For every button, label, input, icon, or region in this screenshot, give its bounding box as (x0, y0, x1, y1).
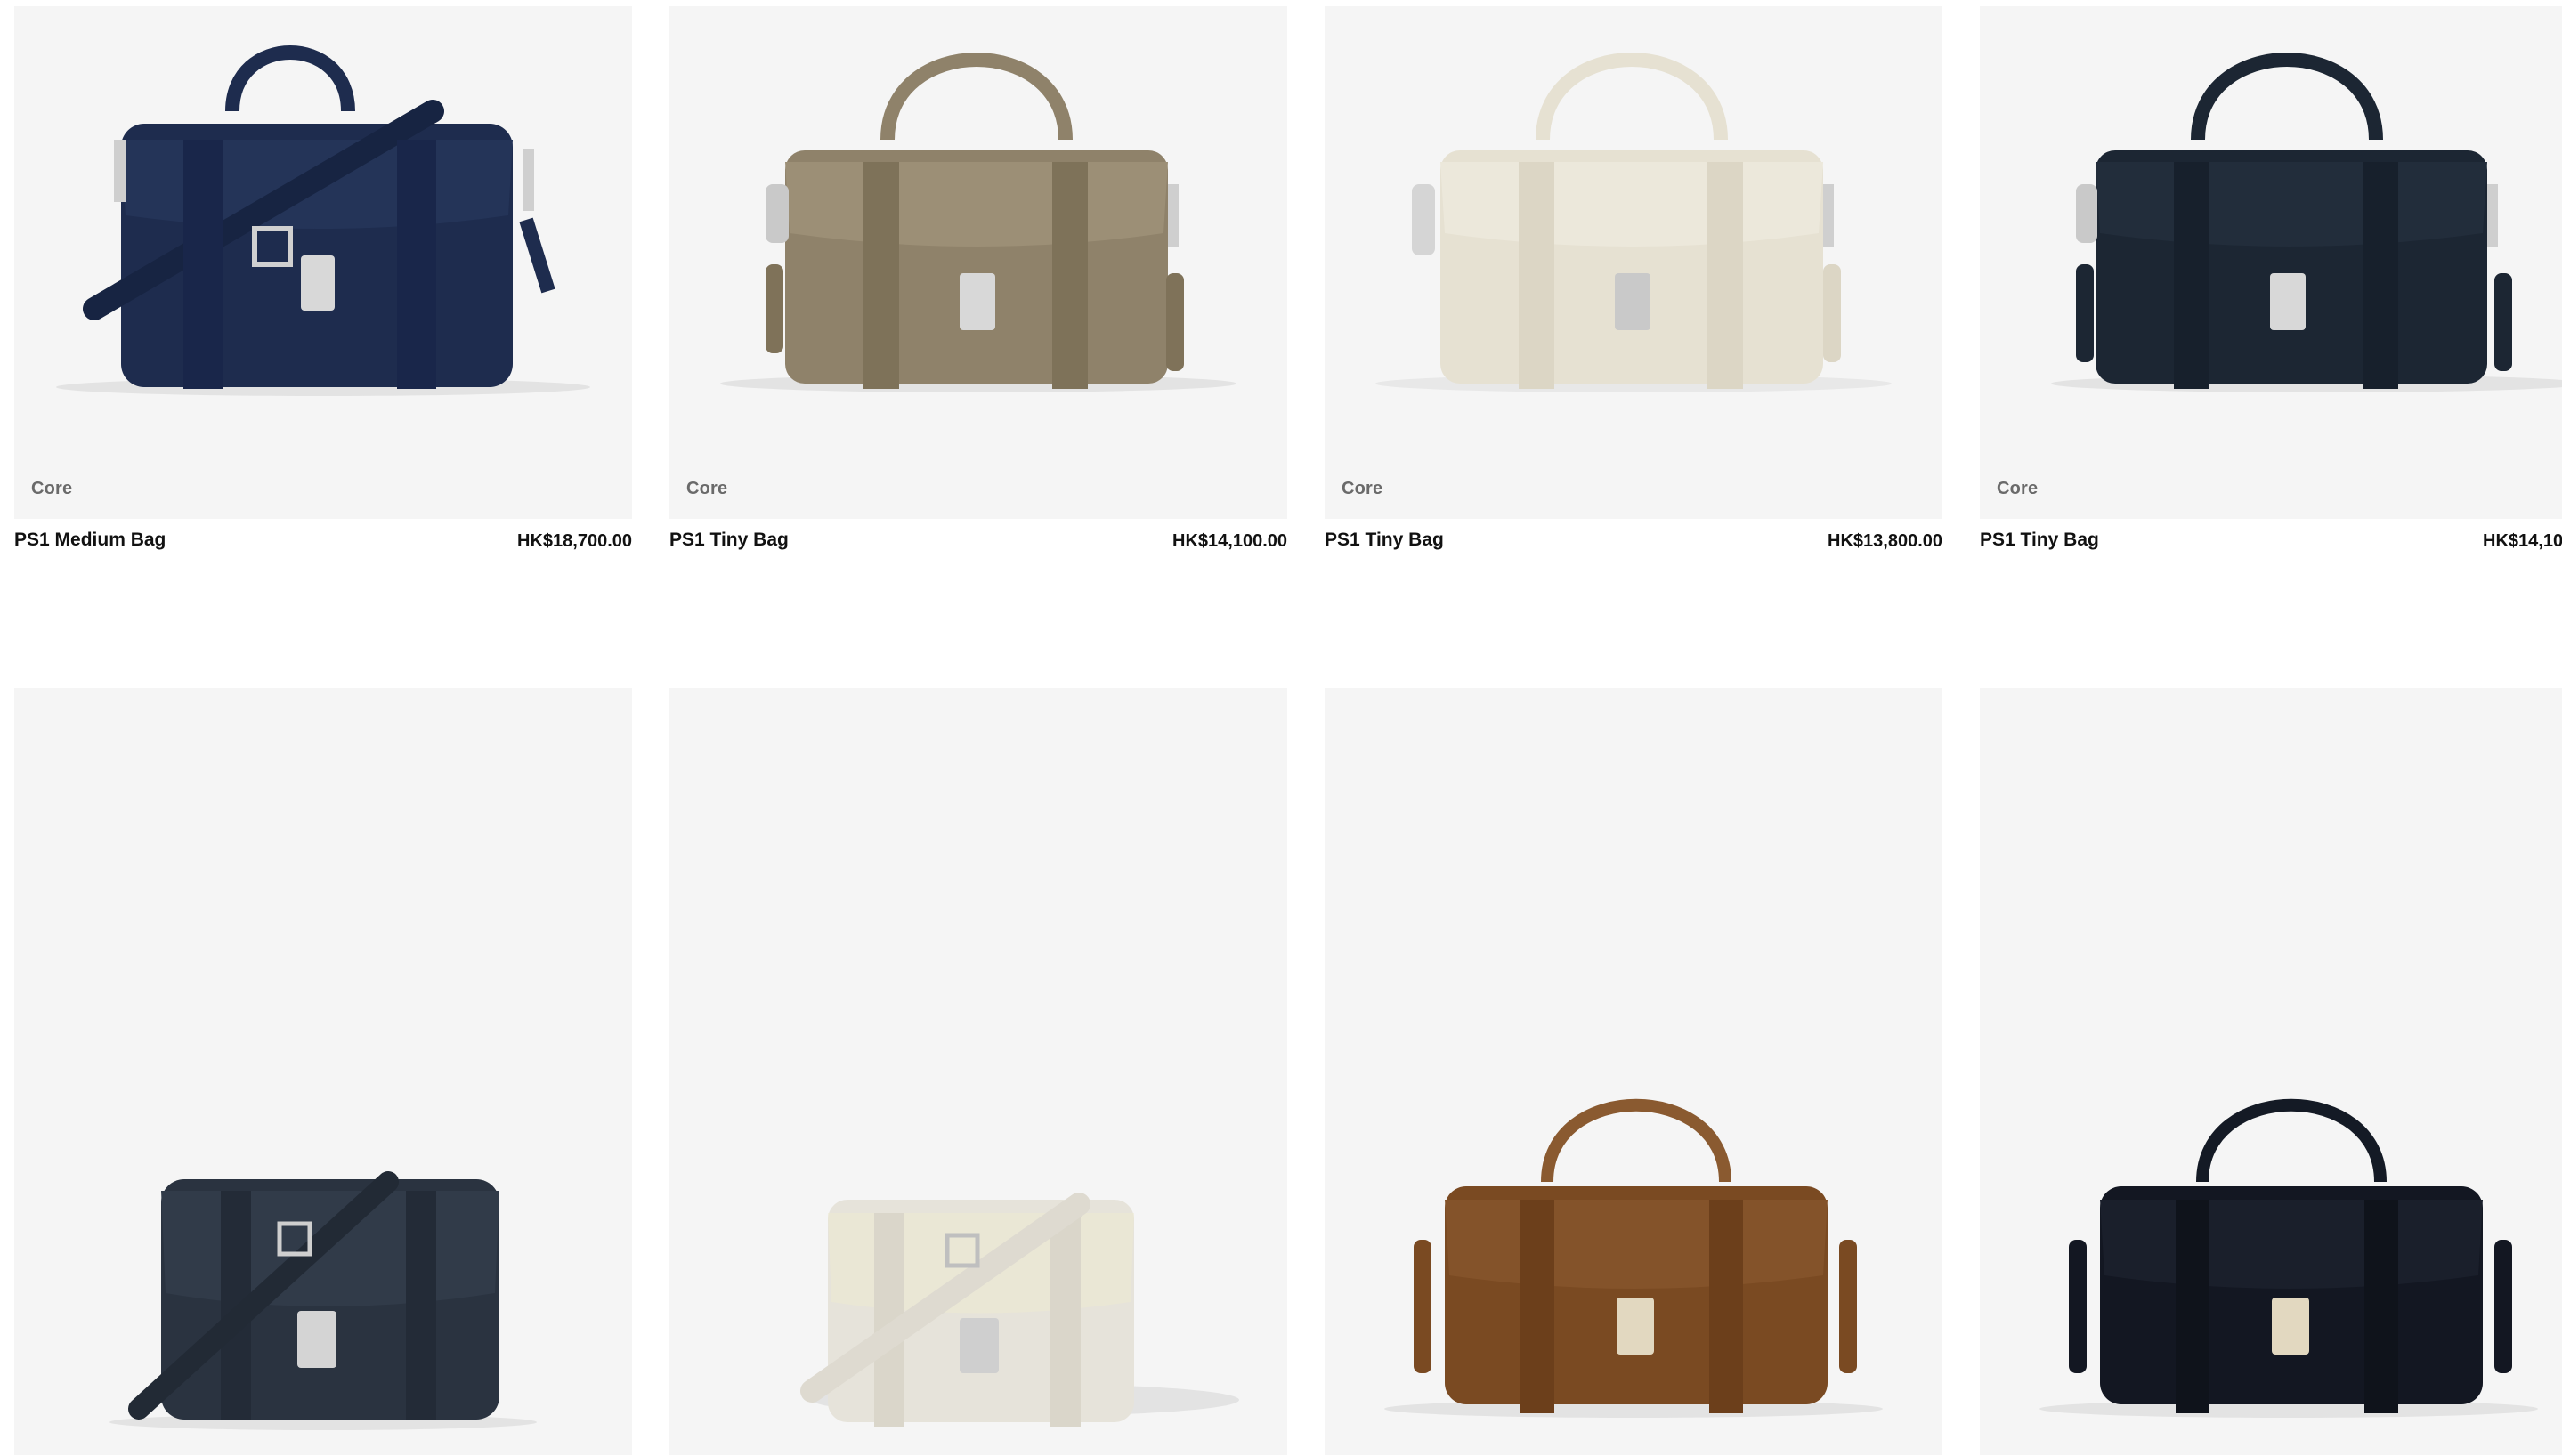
product-image (1375, 53, 1892, 392)
product-image-container[interactable] (14, 688, 632, 1455)
product-image-container[interactable] (1325, 688, 1942, 1455)
product-card[interactable] (669, 688, 1287, 1455)
product-image (2051, 53, 2562, 392)
product-info: PS1 Tiny Bag HK$14,100.00 (669, 530, 1287, 565)
collection-badge: Core (1997, 479, 2039, 498)
product-card[interactable]: Core PS1 Tiny Bag HK$14,100.00 (669, 6, 1287, 565)
product-price: HK$18,700.00 (517, 531, 632, 551)
product-image (2039, 1098, 2538, 1418)
product-image-container[interactable] (669, 688, 1287, 1455)
product-card[interactable] (1325, 688, 1942, 1455)
product-card[interactable]: Core PS1 Tiny Bag HK$14,100.00 (1980, 6, 2562, 565)
product-name[interactable]: PS1 Tiny Bag (1980, 530, 2099, 551)
product-price: HK$14,100.00 (1172, 531, 1287, 551)
product-card[interactable] (14, 688, 632, 1455)
product-image-container[interactable]: Core (669, 6, 1287, 519)
collection-badge: Core (1342, 479, 1383, 498)
product-name[interactable]: PS1 Medium Bag (14, 530, 166, 551)
product-info: PS1 Medium Bag HK$18,700.00 (14, 530, 632, 565)
product-card[interactable]: Core PS1 Medium Bag HK$18,700.00 (14, 6, 632, 565)
product-info: PS1 Tiny Bag HK$14,100.00 (1980, 530, 2562, 565)
product-name[interactable]: PS1 Tiny Bag (1325, 530, 1444, 551)
product-info: PS1 Tiny Bag HK$13,800.00 (1325, 530, 1942, 565)
product-price: HK$13,800.00 (1828, 531, 1942, 551)
product-image-container[interactable]: Core (1325, 6, 1942, 519)
product-image (800, 1193, 1239, 1427)
product-image (720, 53, 1236, 392)
product-card[interactable]: Core PS1 Tiny Bag HK$13,800.00 (1325, 6, 1942, 565)
product-image-container[interactable]: Core (1980, 6, 2562, 519)
product-image-container[interactable]: Core (14, 6, 632, 519)
product-price: HK$14,100.00 (2483, 531, 2562, 551)
product-image (109, 1171, 537, 1430)
collection-badge: Core (686, 479, 728, 498)
product-image (56, 45, 590, 396)
product-card[interactable] (1980, 688, 2562, 1455)
product-name[interactable]: PS1 Tiny Bag (669, 530, 789, 551)
product-image-container[interactable] (1980, 688, 2562, 1455)
collection-badge: Core (31, 479, 73, 498)
product-image (1384, 1098, 1883, 1418)
product-grid: Core PS1 Medium Bag HK$18,700.00 Core PS… (0, 0, 2562, 1456)
